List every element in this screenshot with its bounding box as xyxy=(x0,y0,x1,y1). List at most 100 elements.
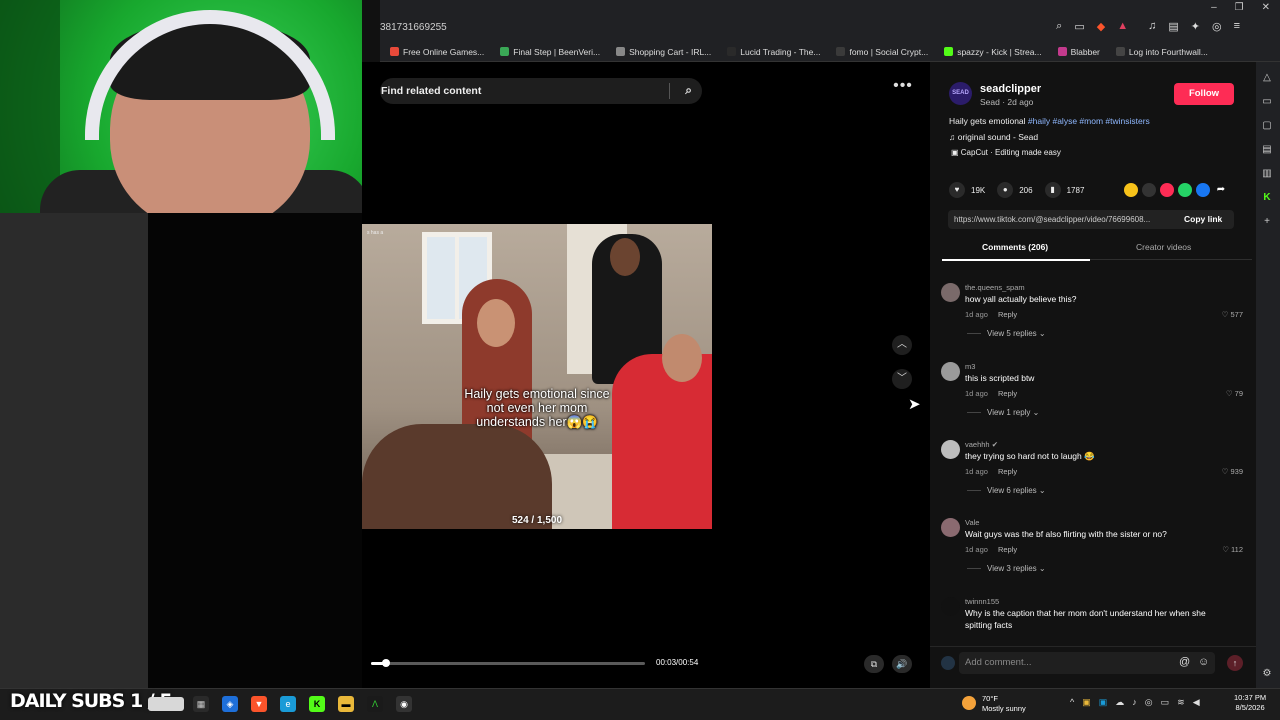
mention-icon[interactable]: @ xyxy=(1179,656,1190,668)
more-options-button[interactable]: ••• xyxy=(891,78,915,98)
bookmarks-sidebar-icon[interactable]: ▢ xyxy=(1261,120,1273,132)
bookmark-item[interactable]: fomo | Social Crypt... xyxy=(836,47,928,57)
creator-username[interactable]: seadclipper xyxy=(980,83,1041,95)
comment-avatar[interactable] xyxy=(941,283,960,302)
emoji-icon[interactable]: ☺ xyxy=(1198,656,1209,668)
sound-link[interactable]: ♫ original sound - Sead xyxy=(949,132,1038,142)
history-icon[interactable]: ▥ xyxy=(1261,168,1273,180)
comment-like-button[interactable]: ♡ 939 xyxy=(1222,467,1243,476)
weather-icon[interactable] xyxy=(962,696,976,710)
share-tiktok-icon[interactable] xyxy=(1160,183,1174,197)
brave-shield-icon[interactable]: ◆ xyxy=(1097,20,1105,33)
tray-wifi-icon[interactable]: ≋ xyxy=(1177,697,1185,708)
sidebar-toggle-icon[interactable]: ▤ xyxy=(1168,20,1178,33)
next-video-button[interactable]: ﹀ xyxy=(892,369,912,389)
view-replies-button[interactable]: View 5 replies ⌄ xyxy=(967,329,1046,338)
wallet-sidebar-icon[interactable]: ▭ xyxy=(1261,96,1273,108)
bookmark-item[interactable]: Lucid Trading - The... xyxy=(727,47,820,57)
bookmark-item[interactable]: Blabber xyxy=(1057,47,1100,57)
brave-icon[interactable]: ▼ xyxy=(251,696,267,712)
video-player[interactable] xyxy=(362,224,712,529)
comment-like-button[interactable]: ♡ 112 xyxy=(1222,545,1243,554)
wallet-icon[interactable]: ◎ xyxy=(1212,20,1222,33)
reading-list-icon[interactable]: ▤ xyxy=(1261,144,1273,156)
comment-avatar[interactable] xyxy=(941,362,960,381)
sidebar-settings-icon[interactable]: ⚙ xyxy=(1261,668,1273,680)
taskbar-clock[interactable]: 10:37 PM 8/5/2026 xyxy=(1234,693,1266,713)
comment-avatar[interactable] xyxy=(941,518,960,537)
tray-display-icon[interactable]: ▭ xyxy=(1161,697,1170,708)
comment-username[interactable]: vaehhh ✔ xyxy=(965,440,998,449)
bookmark-item[interactable]: spazzy - Kick | Strea... xyxy=(944,47,1042,57)
tab-comments[interactable]: Comments (206) xyxy=(982,242,1048,252)
embed-icon[interactable] xyxy=(1142,183,1156,197)
menu-icon[interactable]: ≡ xyxy=(1234,20,1240,33)
capcut-link[interactable]: ▣ CapCut · Editing made easy xyxy=(949,148,1069,163)
share-arrow-icon[interactable]: ➦ xyxy=(1214,183,1228,197)
file-manager-icon[interactable]: ▦ xyxy=(193,696,209,712)
reply-button[interactable]: Reply xyxy=(998,389,1017,398)
share-coin-icon[interactable] xyxy=(1124,183,1138,197)
comment-avatar[interactable] xyxy=(941,440,960,459)
leo-ai-icon[interactable]: △ xyxy=(1261,72,1273,84)
follow-button[interactable]: Follow xyxy=(1174,83,1234,105)
reply-button[interactable]: Reply xyxy=(998,545,1017,554)
music-icon[interactable]: ♫ xyxy=(1148,20,1156,33)
like-stat[interactable]: ♥ 19K xyxy=(949,182,985,198)
bookmark-item[interactable]: Free Online Games... xyxy=(390,47,484,57)
picture-in-picture-button[interactable]: ⧉ xyxy=(864,655,884,673)
comment-username[interactable]: m3 xyxy=(965,362,975,371)
minimize-button[interactable]: – xyxy=(1211,2,1217,13)
extensions-icon[interactable]: ✦ xyxy=(1191,20,1200,33)
comment-input[interactable]: Add comment... xyxy=(959,652,1215,674)
cast-icon[interactable]: ▭ xyxy=(1074,20,1084,33)
maximize-button[interactable]: ❐ xyxy=(1235,2,1244,13)
whatsapp-icon[interactable] xyxy=(1178,183,1192,197)
app-blue-icon[interactable]: ◈ xyxy=(222,696,238,712)
view-replies-button[interactable]: View 6 replies ⌄ xyxy=(967,486,1046,495)
tray-expand-icon[interactable]: ^ xyxy=(1070,697,1074,708)
add-panel-icon[interactable]: + xyxy=(1261,216,1273,228)
close-button[interactable]: ✕ xyxy=(1262,2,1270,13)
tab-creator-videos[interactable]: Creator videos xyxy=(1136,242,1191,252)
kick-app-icon[interactable]: K xyxy=(309,696,325,712)
comment-username[interactable]: twinnn155 xyxy=(965,597,999,606)
progress-bar[interactable] xyxy=(371,659,645,667)
kick-icon[interactable]: K xyxy=(1261,192,1273,204)
previous-video-button[interactable]: ︿ xyxy=(892,335,912,355)
zoom-icon[interactable]: ⌕ xyxy=(1056,20,1062,33)
tray-mic-icon[interactable]: ♪ xyxy=(1132,697,1137,708)
terminal-icon[interactable]: Λ xyxy=(367,696,383,712)
comment-stat[interactable]: ● 206 xyxy=(997,182,1033,198)
reply-button[interactable]: Reply xyxy=(998,467,1017,476)
bookmark-item[interactable]: Final Step | BeenVeri... xyxy=(500,47,600,57)
comment-avatar[interactable] xyxy=(941,597,960,616)
bookmark-item[interactable]: Log into Fourthwall... xyxy=(1115,47,1208,57)
address-bar[interactable]: 381731669255 xyxy=(380,22,447,33)
view-replies-button[interactable]: View 3 replies ⌄ xyxy=(967,564,1046,573)
tray-cloud-icon[interactable]: ☁ xyxy=(1115,697,1124,708)
folder-icon[interactable]: ▬ xyxy=(338,696,354,712)
tray-volume-icon[interactable]: ◀ xyxy=(1193,697,1200,708)
volume-button[interactable]: 🔊 xyxy=(892,655,912,673)
copy-link-button[interactable]: Copy link xyxy=(1180,210,1223,229)
tray-app-icon[interactable]: ▣ xyxy=(1099,697,1108,708)
rewards-icon[interactable]: ▲ xyxy=(1117,20,1128,33)
reply-button[interactable]: Reply xyxy=(998,310,1017,319)
obs-icon[interactable]: ◉ xyxy=(396,696,412,712)
creator-avatar[interactable]: SEAD xyxy=(949,82,972,105)
search-input[interactable]: Find related content ⌕ xyxy=(380,78,702,104)
comment-username[interactable]: Vale xyxy=(965,518,979,527)
comment-username[interactable]: the.queens_spam xyxy=(965,283,1025,292)
save-stat[interactable]: ▮ 1787 xyxy=(1044,182,1084,198)
bookmark-item[interactable]: Shopping Cart - IRL... xyxy=(616,47,711,57)
comment-like-button[interactable]: ♡ 79 xyxy=(1226,389,1243,398)
tray-network-icon[interactable]: ◎ xyxy=(1145,697,1153,708)
hashtags[interactable]: #haily #alyse #mom #twinsisters xyxy=(1028,116,1150,126)
search-icon[interactable]: ⌕ xyxy=(685,83,692,98)
edge-icon[interactable]: e xyxy=(280,696,296,712)
tray-app-icon[interactable]: ▣ xyxy=(1082,697,1091,708)
view-replies-button[interactable]: View 1 reply ⌄ xyxy=(967,408,1039,417)
comment-like-button[interactable]: ♡ 577 xyxy=(1222,310,1243,319)
facebook-icon[interactable] xyxy=(1196,183,1210,197)
